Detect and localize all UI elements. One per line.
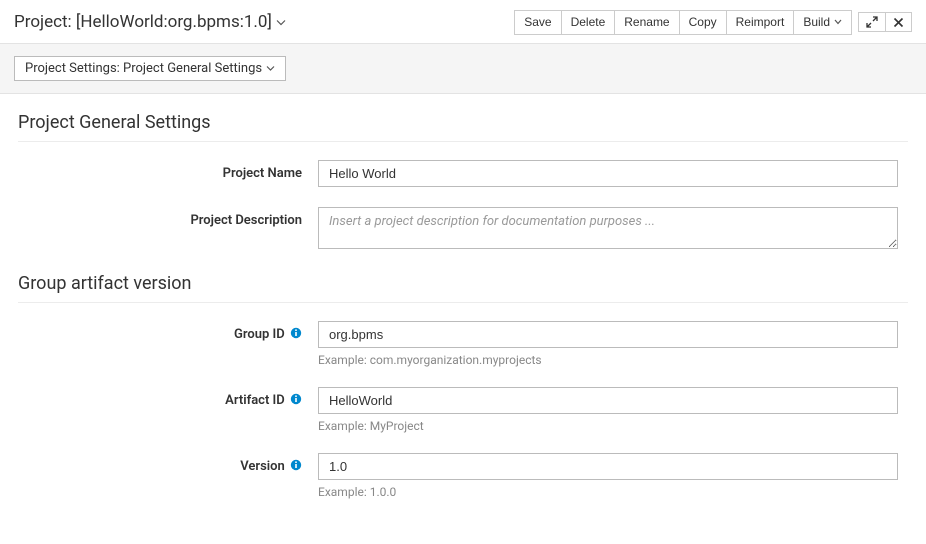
section-heading-general: Project General Settings — [18, 112, 908, 142]
toolbar-icon-group — [858, 12, 912, 32]
reimport-button[interactable]: Reimport — [726, 10, 795, 35]
close-button[interactable] — [885, 12, 912, 32]
project-desc-textarea[interactable] — [318, 207, 898, 249]
expand-button[interactable] — [858, 12, 886, 32]
settings-bar: Project Settings: Project General Settin… — [0, 43, 926, 94]
version-label-text: Version — [240, 459, 285, 474]
form-row-version: Version Example: 1.0.0 — [18, 453, 908, 499]
artifact-id-field-wrap: Example: MyProject — [318, 387, 908, 433]
artifact-id-label-text: Artifact ID — [225, 393, 285, 408]
project-title-text: Project: [HelloWorld:org.bpms:1.0] — [14, 12, 272, 32]
expand-icon — [866, 16, 878, 28]
version-label: Version — [18, 453, 318, 499]
form-row-group-id: Group ID Example: com.myorganization.myp… — [18, 321, 908, 367]
version-input[interactable] — [318, 453, 898, 480]
delete-button[interactable]: Delete — [561, 10, 616, 35]
project-name-input[interactable] — [318, 160, 898, 187]
content: Project General Settings Project Name Pr… — [0, 94, 926, 515]
group-id-example: Example: com.myorganization.myprojects — [318, 353, 898, 367]
project-desc-label: Project Description — [18, 207, 318, 253]
artifact-id-example: Example: MyProject — [318, 419, 898, 433]
form-row-project-name: Project Name — [18, 160, 908, 187]
project-title-dropdown[interactable]: Project: [HelloWorld:org.bpms:1.0] — [14, 12, 286, 32]
close-icon — [893, 17, 904, 28]
group-id-label: Group ID — [18, 321, 318, 367]
group-id-field-wrap: Example: com.myorganization.myprojects — [318, 321, 908, 367]
project-name-label: Project Name — [18, 160, 318, 187]
form-row-artifact-id: Artifact ID Example: MyProject — [18, 387, 908, 433]
chevron-down-icon — [834, 19, 842, 25]
group-id-label-text: Group ID — [234, 327, 285, 342]
info-icon[interactable] — [290, 327, 302, 341]
version-example: Example: 1.0.0 — [318, 485, 898, 499]
settings-dropdown-label: Project Settings: Project General Settin… — [25, 61, 262, 76]
header-bar: Project: [HelloWorld:org.bpms:1.0] Save … — [0, 0, 926, 43]
copy-button[interactable]: Copy — [679, 10, 727, 35]
group-id-input[interactable] — [318, 321, 898, 348]
build-label: Build — [803, 14, 830, 31]
artifact-id-input[interactable] — [318, 387, 898, 414]
rename-button[interactable]: Rename — [614, 10, 679, 35]
section-heading-gav: Group artifact version — [18, 273, 908, 303]
toolbar: Save Delete Rename Copy Reimport Build — [508, 10, 912, 35]
toolbar-primary-group: Save Delete Rename Copy Reimport Build — [514, 10, 852, 35]
form-row-project-desc: Project Description — [18, 207, 908, 253]
chevron-down-icon — [266, 65, 275, 72]
chevron-down-icon — [276, 19, 286, 26]
artifact-id-label: Artifact ID — [18, 387, 318, 433]
info-icon[interactable] — [290, 393, 302, 407]
project-desc-field-wrap — [318, 207, 908, 253]
version-field-wrap: Example: 1.0.0 — [318, 453, 908, 499]
project-name-field-wrap — [318, 160, 908, 187]
info-icon[interactable] — [290, 459, 302, 473]
settings-dropdown[interactable]: Project Settings: Project General Settin… — [14, 56, 286, 81]
build-button[interactable]: Build — [793, 10, 852, 35]
save-button[interactable]: Save — [514, 10, 561, 35]
